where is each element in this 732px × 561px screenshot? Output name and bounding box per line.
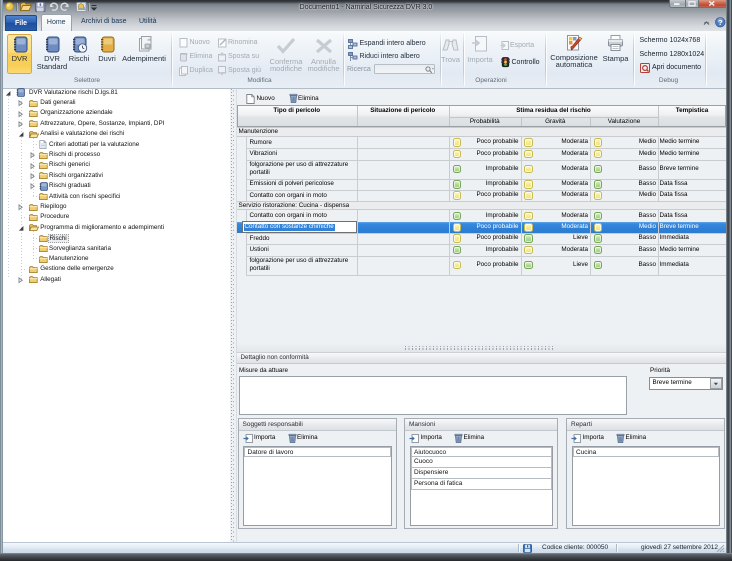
svg-text:?: ? bbox=[717, 18, 722, 27]
